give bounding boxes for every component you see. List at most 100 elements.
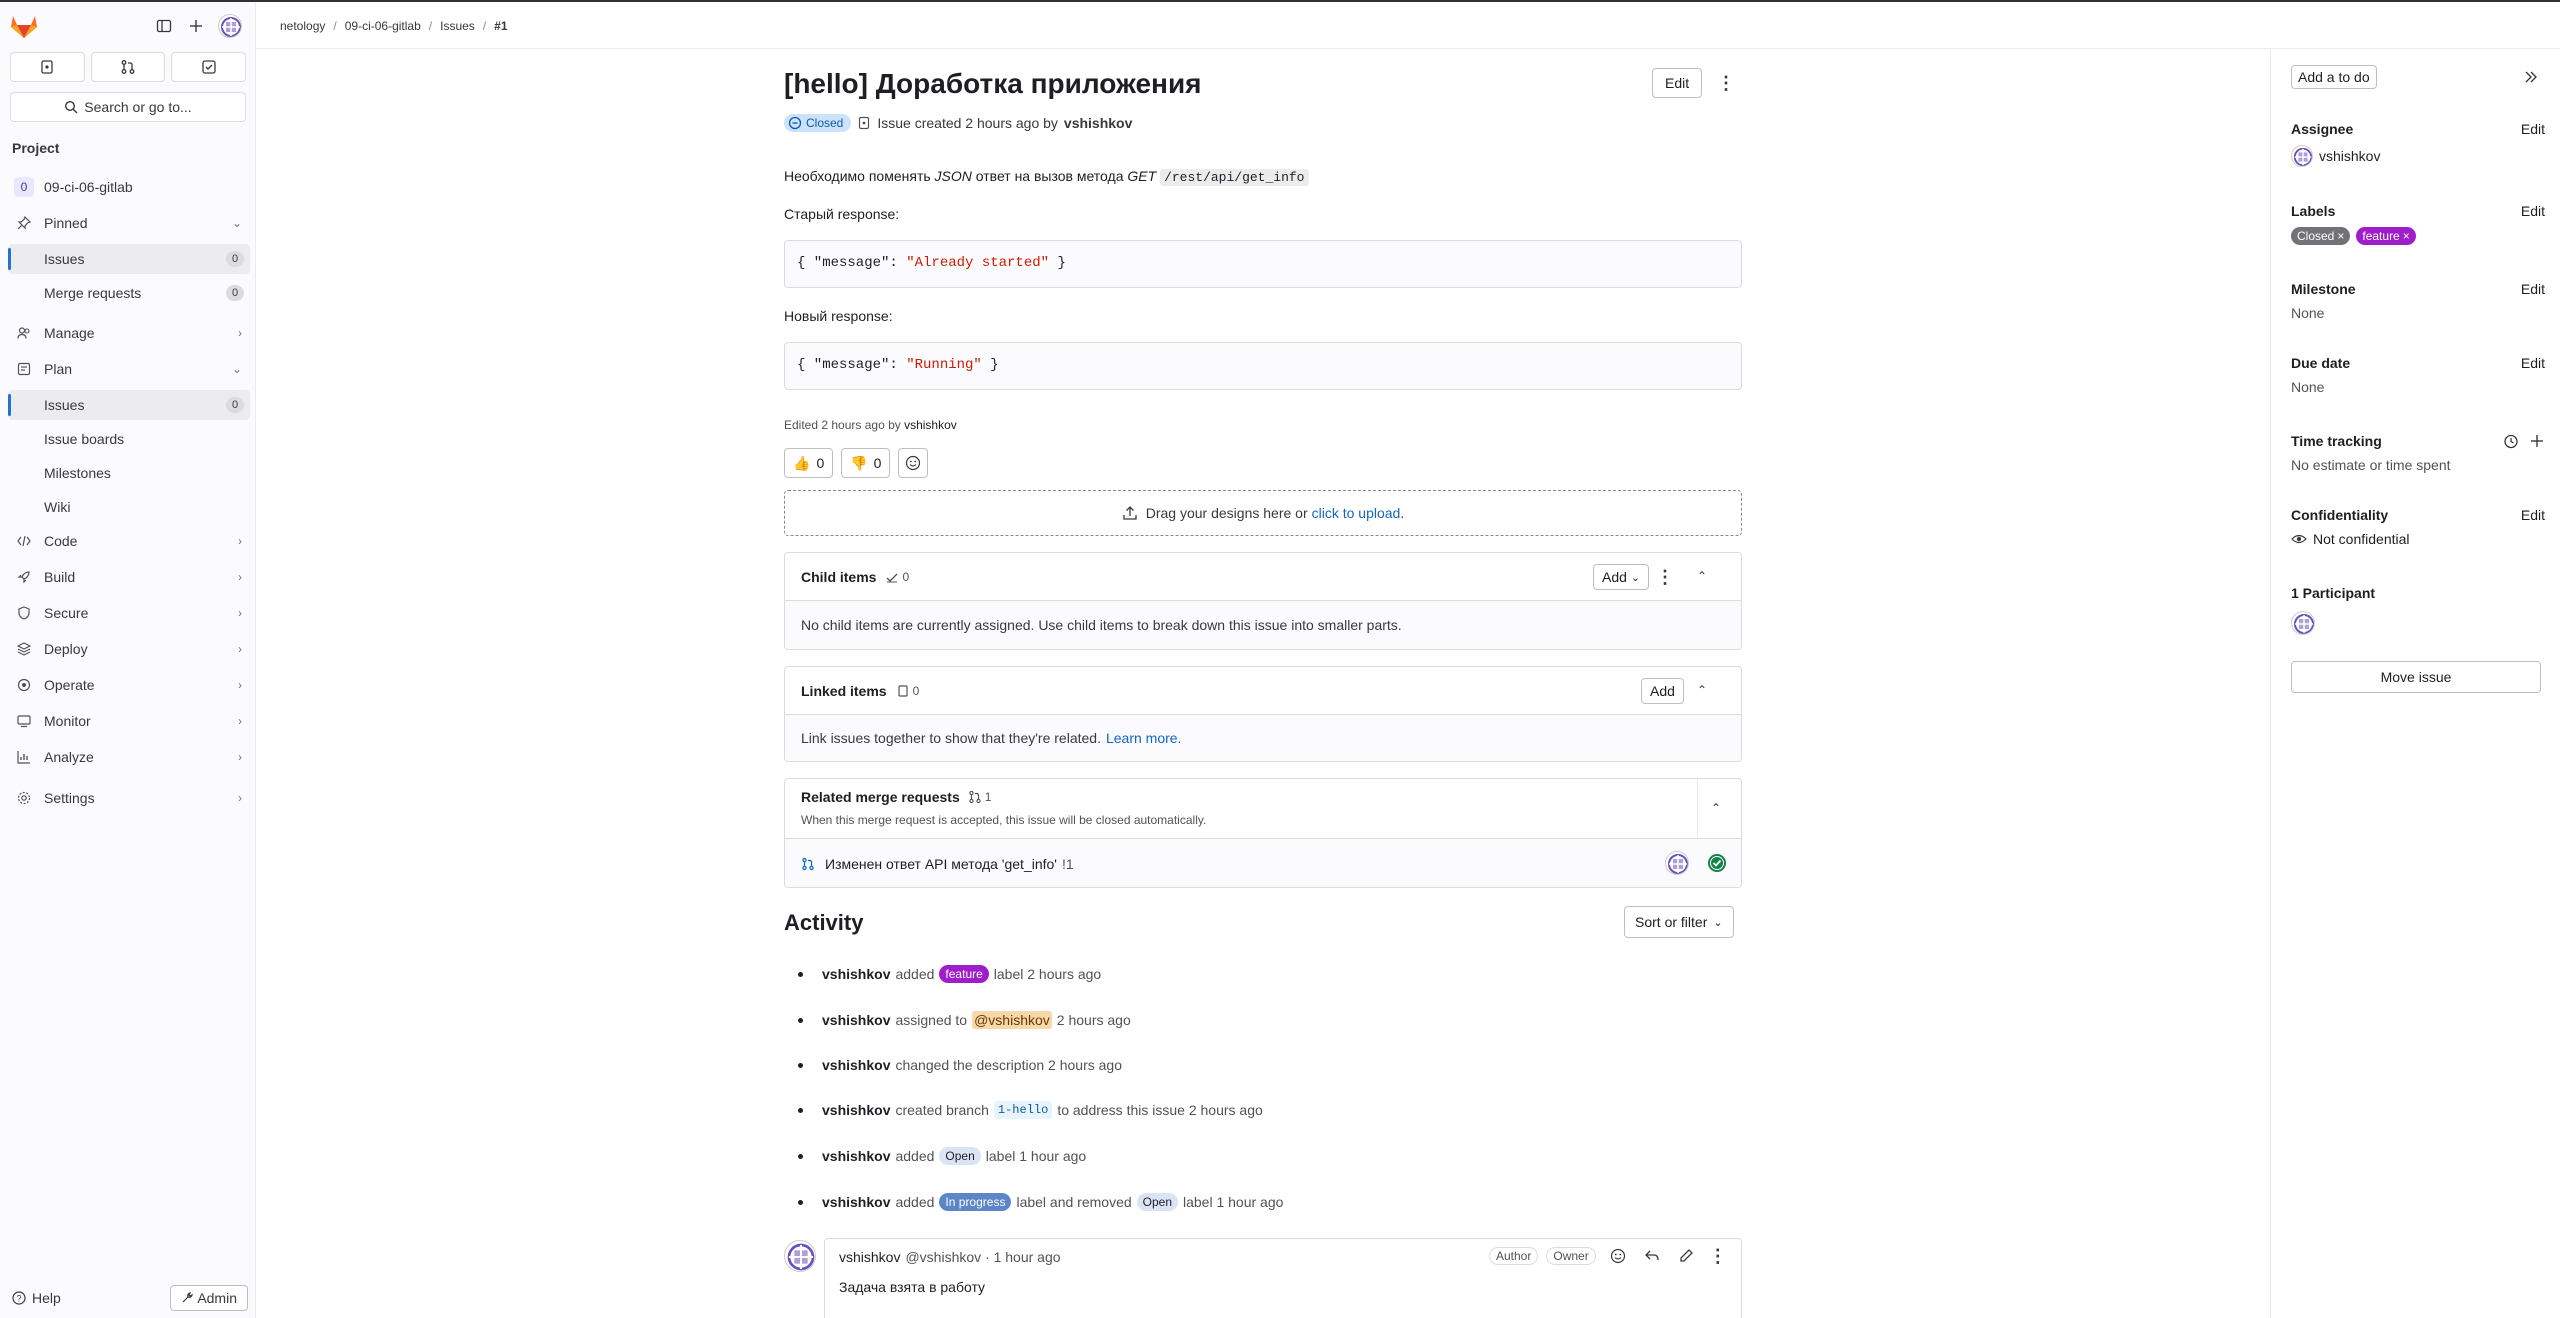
linked-items-empty: Link issues together to show that they'r…	[785, 715, 1741, 761]
sidebar-item-issue-boards[interactable]: Issue boards	[8, 424, 250, 454]
sidebar-item-settings[interactable]: Settings ›	[8, 783, 250, 813]
user-mention[interactable]: @vshishkov	[972, 1011, 1052, 1029]
sidebar-item-plan-issues[interactable]: Issues 0	[8, 390, 250, 420]
reply-icon[interactable]	[1644, 1248, 1660, 1264]
merge-request-icon	[969, 790, 981, 804]
breadcrumb-item[interactable]: Issues	[440, 19, 475, 33]
related-mr-row[interactable]: Изменен ответ API метода 'get_info' !1	[785, 839, 1741, 887]
branch-name[interactable]: 1-hello	[993, 1101, 1053, 1119]
activity-user[interactable]: vshishkov	[822, 1194, 890, 1210]
label-badge[interactable]: Open	[1136, 1193, 1178, 1211]
add-child-item-button[interactable]: Add ⌄	[1593, 564, 1650, 590]
comment-author-avatar[interactable]	[784, 1240, 816, 1272]
activity-user[interactable]: vshishkov	[822, 1057, 890, 1073]
edit-labels-button[interactable]: Edit	[2521, 203, 2545, 219]
edited-by-link[interactable]: vshishkov	[904, 418, 957, 432]
add-linked-item-button[interactable]: Add	[1641, 678, 1684, 704]
comment-author[interactable]: vshishkov	[839, 1249, 900, 1265]
participant-avatar[interactable]	[2291, 611, 2315, 635]
thumbs-up-button[interactable]: 👍 0	[784, 448, 834, 478]
mr-author-avatar[interactable]	[1665, 851, 1689, 875]
sidebar-item-plan[interactable]: Plan ⌄	[8, 354, 250, 384]
activity-user[interactable]: vshishkov	[822, 1012, 890, 1028]
label-pill[interactable]: Closed ×	[2291, 227, 2351, 245]
new-response-code: { "message": "Running" }	[784, 342, 1742, 390]
pipeline-passed-icon[interactable]	[1707, 853, 1727, 873]
confidentiality-text: Not confidential	[2313, 531, 2410, 547]
activity-user[interactable]: vshishkov	[822, 1148, 890, 1164]
activity-user[interactable]: vshishkov	[822, 966, 890, 982]
smiley-icon[interactable]	[1610, 1248, 1626, 1264]
breadcrumb-current[interactable]: #1	[494, 19, 507, 33]
sidebar-project-link[interactable]: 0 09-ci-06-gitlab	[8, 172, 250, 202]
sidebar-item-deploy[interactable]: Deploy ›	[8, 634, 250, 664]
clock-icon[interactable]	[2503, 433, 2519, 449]
design-upload-dropzone[interactable]: Drag your designs here or click to uploa…	[784, 490, 1742, 536]
close-icon[interactable]: ×	[2337, 229, 2344, 243]
activity-text: assigned to	[895, 1012, 968, 1028]
plus-icon[interactable]	[2529, 433, 2545, 449]
mr-title[interactable]: Изменен ответ API метода 'get_info'	[825, 856, 1057, 872]
edit-assignee-button[interactable]: Edit	[2521, 121, 2545, 137]
edit-due-date-button[interactable]: Edit	[2521, 355, 2545, 371]
add-todo-button[interactable]: Add a to do	[2291, 65, 2377, 89]
sidebar-item-build[interactable]: Build ›	[8, 562, 250, 592]
pencil-icon[interactable]	[1678, 1248, 1694, 1264]
sidebar-item-pinned-issues[interactable]: Issues 0	[8, 244, 250, 274]
sidebar-item-operate[interactable]: Operate ›	[8, 670, 250, 700]
assignee-name[interactable]: vshishkov	[2319, 148, 2380, 164]
label-badge[interactable]: Open	[939, 1147, 981, 1165]
edit-milestone-button[interactable]: Edit	[2521, 281, 2545, 297]
sidebar-item-monitor[interactable]: Monitor ›	[8, 706, 250, 736]
sidebar-item-label: Milestones	[44, 465, 111, 481]
sidebar-item-wiki[interactable]: Wiki	[8, 492, 250, 522]
sidebar-item-milestones[interactable]: Milestones	[8, 458, 250, 488]
gitlab-logo-icon[interactable]	[8, 13, 40, 39]
count-value: 1	[984, 790, 992, 804]
plus-icon[interactable]	[186, 16, 206, 36]
label-badge[interactable]: In progress	[939, 1193, 1012, 1211]
sidebar-item-analyze[interactable]: Analyze ›	[8, 742, 250, 772]
sidebar-item-label: Merge requests	[44, 285, 142, 301]
more-actions-icon[interactable]: ⋮	[1716, 68, 1736, 98]
collapse-sidebar-icon[interactable]	[2523, 69, 2539, 85]
help-button[interactable]: ? Help	[12, 1290, 61, 1306]
search-button[interactable]: Search or go to...	[10, 92, 246, 122]
todos-count-button[interactable]	[171, 52, 247, 82]
label-badge[interactable]: feature	[939, 965, 989, 983]
collapse-chevron-icon[interactable]: ⌃	[1697, 683, 1707, 697]
collapse-chevron-icon[interactable]: ⌃	[1711, 801, 1721, 815]
collapse-chevron-icon[interactable]: ⌃	[1697, 569, 1707, 583]
merge-requests-count-button[interactable]	[90, 52, 166, 82]
sidebar-toggle-icon[interactable]	[154, 16, 174, 36]
chevron-right-icon: ›	[238, 642, 242, 656]
breadcrumb-item[interactable]: 09-ci-06-gitlab	[345, 19, 421, 33]
sidebar-item-pinned[interactable]: Pinned ⌄	[8, 208, 250, 238]
add-reaction-button[interactable]	[898, 448, 929, 478]
sidebar-item-code[interactable]: Code ›	[8, 526, 250, 556]
breadcrumb-item[interactable]: netology	[280, 19, 325, 33]
comment-more-icon[interactable]: ⋮	[1708, 1246, 1728, 1266]
click-to-upload-link[interactable]: click to upload	[1312, 505, 1401, 521]
label-pill[interactable]: feature ×	[2356, 227, 2416, 245]
sidebar-item-label: Monitor	[44, 713, 91, 729]
author-link[interactable]: vshishkov	[1064, 115, 1132, 131]
move-issue-button[interactable]: Move issue	[2291, 661, 2541, 693]
child-items-more-icon[interactable]: ⋮	[1655, 562, 1675, 592]
admin-button[interactable]: Admin	[170, 1285, 248, 1311]
user-avatar[interactable]	[218, 14, 242, 38]
edit-issue-button[interactable]: Edit	[1652, 68, 1703, 98]
sidebar-item-manage[interactable]: Manage ›	[8, 318, 250, 348]
chart-icon	[16, 749, 32, 765]
comment-header: vshishkov @vshishkov · 1 hour ago	[839, 1249, 1061, 1265]
sidebar-item-pinned-merge-requests[interactable]: Merge requests 0	[8, 278, 250, 308]
edit-confidentiality-button[interactable]: Edit	[2521, 507, 2545, 523]
close-icon[interactable]: ×	[2403, 229, 2410, 243]
sidebar-item-secure[interactable]: Secure ›	[8, 598, 250, 628]
activity-user[interactable]: vshishkov	[822, 1102, 890, 1118]
assignee-avatar[interactable]	[2291, 145, 2313, 167]
issues-count-button[interactable]	[10, 52, 85, 82]
thumbs-down-button[interactable]: 👎 0	[841, 448, 891, 478]
sort-filter-button[interactable]: Sort or filter ⌄	[1624, 906, 1734, 938]
learn-more-link[interactable]: Learn more.	[1106, 730, 1181, 746]
